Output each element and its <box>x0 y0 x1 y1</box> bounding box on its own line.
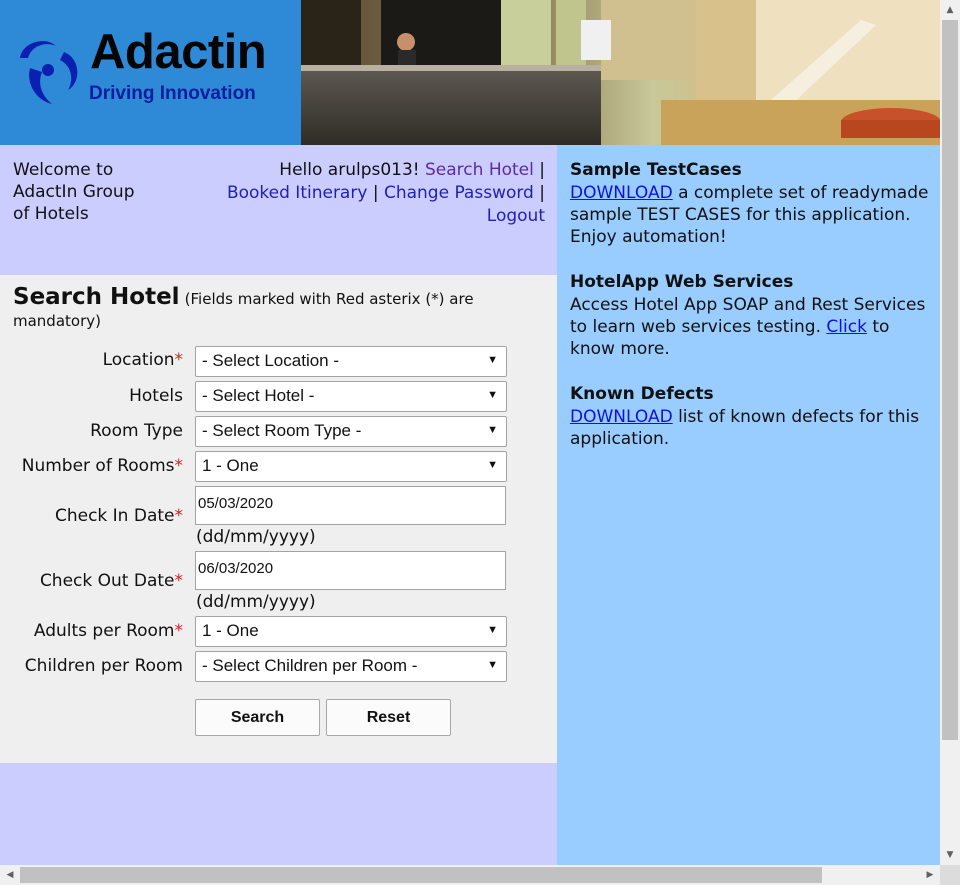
scrollbar-corner <box>940 865 960 885</box>
check-in-date-format-hint: (dd/mm/yyyy) <box>196 527 316 547</box>
check-out-date-format-hint: (dd/mm/yyyy) <box>196 592 316 612</box>
download-defects-link[interactable]: DOWNLOAD <box>570 407 673 427</box>
user-greeting: Hello arulps013! <box>279 160 420 180</box>
web-services-heading: HotelApp Web Services <box>570 272 794 292</box>
site-header: Adactin Driving Innovation <box>0 0 940 145</box>
children-per-room-select[interactable]: - Select Children per Room - ▼ <box>195 651 507 682</box>
number-of-rooms-selected-value: 1 - One <box>202 456 259 475</box>
dropdown-arrow-icon: ▼ <box>487 424 498 436</box>
adults-per-room-select[interactable]: 1 - One ▼ <box>195 616 507 647</box>
children-per-room-label-text: Children per Room <box>24 656 183 676</box>
dropdown-arrow-icon: ▼ <box>487 624 498 636</box>
brand-name: Adactin <box>90 25 267 79</box>
dropdown-arrow-icon: ▼ <box>487 354 498 366</box>
welcome-line: Welcome to <box>13 160 114 180</box>
user-navigation: Hello arulps013! Search Hotel | Booked I… <box>190 159 545 228</box>
logo-swirl-icon <box>20 41 78 104</box>
horizontal-scrollbar-thumb[interactable] <box>20 867 822 883</box>
search-button[interactable]: Search <box>195 699 320 736</box>
welcome-message: Welcome to AdactIn Group of Hotels <box>13 159 163 225</box>
check-out-label-text: Check Out Date <box>39 571 175 591</box>
hotels-label-text: Hotels <box>129 386 183 406</box>
hotels-selected-value: - Select Hotel - <box>202 386 315 405</box>
room-type-select[interactable]: - Select Room Type - ▼ <box>195 416 507 447</box>
room-type-selected-value: - Select Room Type - <box>202 421 362 440</box>
hotel-lobby-banner-image <box>301 0 940 145</box>
welcome-line: AdactIn Group <box>13 182 135 202</box>
scroll-up-arrow-icon[interactable]: ▲ <box>940 0 960 20</box>
web-services-click-link[interactable]: Click <box>826 317 867 337</box>
search-hotel-heading: Search Hotel (Fields marked with Red ast… <box>13 286 553 332</box>
location-select[interactable]: - Select Location - ▼ <box>195 346 507 377</box>
dropdown-arrow-icon: ▼ <box>487 459 498 471</box>
adults-per-room-selected-value: 1 - One <box>202 621 259 640</box>
room-type-label-text: Room Type <box>90 421 183 441</box>
check-in-date-input[interactable]: 05/03/2020 <box>195 486 506 525</box>
dropdown-arrow-icon: ▼ <box>487 659 498 671</box>
reset-button[interactable]: Reset <box>326 699 451 736</box>
number-of-rooms-select[interactable]: 1 - One ▼ <box>195 451 507 482</box>
sample-testcases-text: DOWNLOAD a complete set of readymade sam… <box>570 182 932 248</box>
hotels-select[interactable]: - Select Hotel - ▼ <box>195 381 507 412</box>
location-selected-value: - Select Location - <box>202 351 340 370</box>
info-sidebar <box>557 145 940 865</box>
dropdown-arrow-icon: ▼ <box>487 389 498 401</box>
required-asterisk: * <box>174 456 184 476</box>
nav-separator: | <box>539 183 545 203</box>
welcome-line: of Hotels <box>13 204 89 224</box>
change-password-link[interactable]: Change Password <box>384 183 534 203</box>
download-testcases-link[interactable]: DOWNLOAD <box>570 183 673 203</box>
required-asterisk: * <box>174 621 184 641</box>
nav-separator: | <box>372 183 379 203</box>
known-defects-heading: Known Defects <box>570 384 714 404</box>
check-in-label-text: Check In Date <box>54 506 175 526</box>
sample-testcases-heading: Sample TestCases <box>570 160 742 180</box>
brand-tagline: Driving Innovation <box>89 83 256 104</box>
number-of-rooms-label-text: Number of Rooms <box>21 456 175 476</box>
vertical-scrollbar-thumb[interactable] <box>942 20 958 740</box>
logout-link[interactable]: Logout <box>487 206 545 226</box>
known-defects-text: DOWNLOAD list of known defects for this … <box>570 406 932 450</box>
required-asterisk: * <box>174 571 184 591</box>
required-asterisk: * <box>174 506 184 526</box>
booked-itinerary-link[interactable]: Booked Itinerary <box>227 183 367 203</box>
scroll-left-arrow-icon[interactable]: ◀ <box>0 865 20 885</box>
scroll-down-arrow-icon[interactable]: ▼ <box>940 845 960 865</box>
web-services-text: Access Hotel App SOAP and Rest Services … <box>570 294 932 360</box>
location-label-text: Location <box>102 350 175 370</box>
page-title: Search Hotel <box>13 284 180 310</box>
footer-band <box>0 763 557 865</box>
children-per-room-selected-value: - Select Children per Room - <box>202 656 418 675</box>
required-asterisk: * <box>174 350 184 370</box>
search-hotel-link[interactable]: Search Hotel <box>425 160 534 180</box>
adactin-logo: Adactin Driving Innovation <box>0 0 301 145</box>
adults-per-room-label-text: Adults per Room <box>33 621 175 641</box>
scroll-right-arrow-icon[interactable]: ▶ <box>920 865 940 885</box>
page-viewport: Adactin Driving Innovation Welcome to Ad… <box>0 0 940 865</box>
check-out-date-input[interactable]: 06/03/2020 <box>195 551 506 590</box>
nav-separator: | <box>539 160 545 180</box>
